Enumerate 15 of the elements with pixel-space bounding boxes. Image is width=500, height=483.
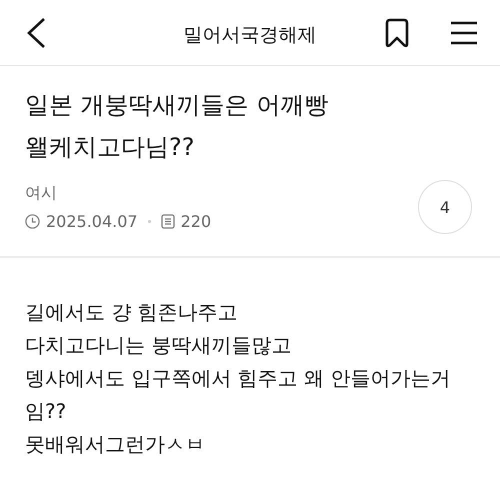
comment-count-button[interactable]: 4 [418,180,472,234]
body-text-line: 다치고다니는 붕딱새끼들많고 [25,332,292,359]
document-icon [160,214,175,229]
bookmark-icon[interactable] [384,18,410,48]
author-name[interactable]: 여시 [25,183,212,204]
back-icon[interactable] [26,16,46,48]
body-text-line: 뎅샤에서도 입구쪽에서 힘주고 왜 안들어가는거임?? [25,365,452,425]
view-count: 220 [180,212,212,231]
clock-icon [25,214,40,229]
post-date: 2025.04.07 [46,212,138,231]
board-title: 밀어서국경해제 [184,23,316,48]
post-title: 일본 개붕딱새끼들은 어깨빵 왤케치고다님?? [25,90,330,163]
body-text-line: 길에서도 걍 힘존나주고 [25,299,239,326]
menu-icon[interactable] [450,20,478,44]
body-text-line: 못배워서그런가ㅅㅂ [25,431,206,458]
